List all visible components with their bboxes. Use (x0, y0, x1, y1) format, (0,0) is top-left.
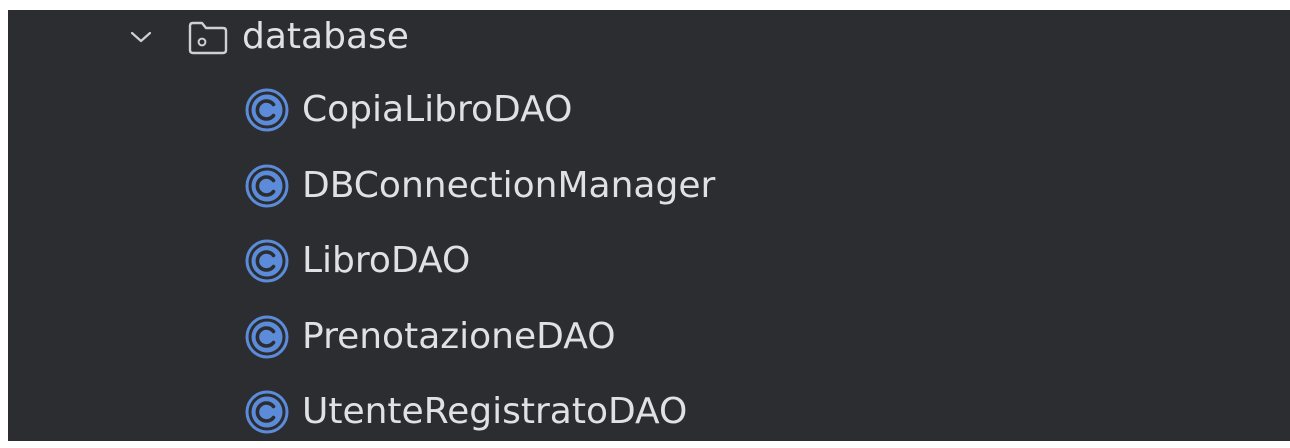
chevron-down-icon[interactable] (126, 22, 156, 52)
class-icon (244, 87, 290, 133)
tree-item-class[interactable]: UtenteRegistratoDAO (8, 374, 1290, 448)
class-icon (244, 163, 290, 209)
class-label: LibroDAO (302, 240, 471, 281)
tree-item-class[interactable]: CopiaLibroDAO (8, 72, 1290, 146)
tree-folder-database[interactable]: database (8, 0, 1290, 74)
class-label: DBConnectionManager (302, 165, 716, 206)
tree-item-class[interactable]: DBConnectionManager (8, 148, 1290, 222)
folder-icon (186, 20, 230, 56)
class-icon (244, 389, 290, 435)
tree-item-class[interactable]: PrenotazioneDAO (8, 299, 1290, 373)
class-icon (244, 238, 290, 284)
class-label: PrenotazioneDAO (302, 316, 616, 357)
folder-label: database (242, 16, 409, 57)
class-icon (244, 314, 290, 360)
tree-item-class[interactable]: LibroDAO (8, 223, 1290, 297)
project-tree-panel: database CopiaLibroDAO DBConnectionManag… (8, 10, 1290, 441)
class-label: CopiaLibroDAO (302, 89, 573, 130)
class-label: UtenteRegistratoDAO (302, 391, 688, 432)
